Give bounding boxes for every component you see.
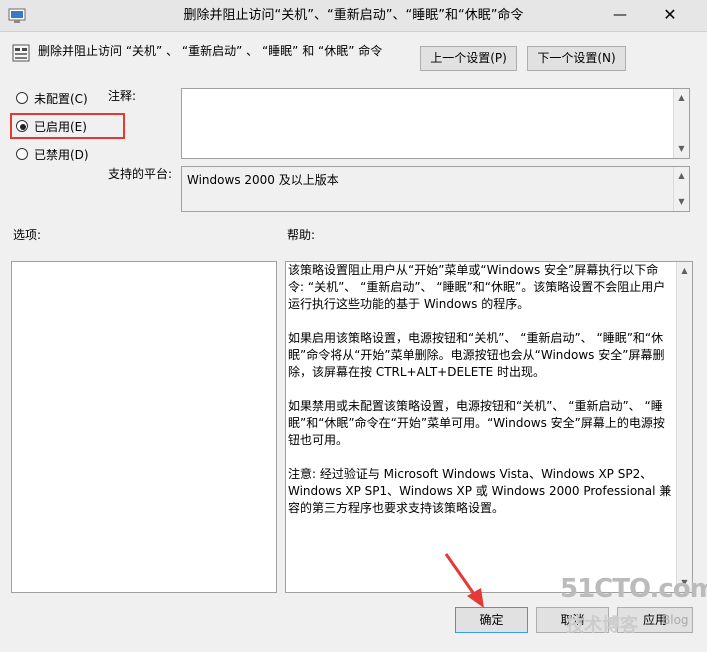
help-label: 帮助: bbox=[287, 228, 316, 242]
scroll-down-icon[interactable]: ▼ bbox=[674, 142, 689, 156]
radio-label: 已启用(E) bbox=[34, 120, 87, 134]
minimize-button[interactable]: — bbox=[603, 0, 637, 32]
scroll-down-icon[interactable]: ▼ bbox=[674, 195, 689, 209]
radio-selected-dot bbox=[20, 124, 26, 130]
next-setting-button[interactable]: 下一个设置(N) bbox=[527, 46, 626, 71]
title-bar: 删除并阻止访问“关机”、“重新启动”、“睡眠”和“休眠”命令 — ✕ bbox=[0, 0, 707, 32]
help-paragraph: 如果启用该策略设置，电源按钮和“关机”、 “重新启动”、 “睡眠”和“休眠”命令… bbox=[288, 331, 665, 379]
radio-label: 未配置(C) bbox=[34, 92, 88, 106]
ok-button[interactable]: 确定 bbox=[455, 607, 528, 633]
platform-label: 支持的平台: bbox=[108, 167, 173, 181]
comment-scrollbar[interactable]: ▲ ▼ bbox=[673, 89, 689, 158]
scroll-up-icon[interactable]: ▲ bbox=[674, 91, 689, 105]
watermark-site: 51CTO.com bbox=[560, 574, 707, 604]
radio-circle[interactable] bbox=[16, 120, 28, 132]
policy-setting-icon bbox=[12, 44, 30, 62]
radio-circle[interactable] bbox=[16, 92, 28, 104]
window-title: 删除并阻止访问“关机”、“重新启动”、“睡眠”和“休眠”命令 bbox=[183, 8, 524, 23]
options-panel bbox=[11, 261, 277, 593]
help-paragraph: 如果禁用或未配置该策略设置，电源按钮和“关机”、 “重新启动”、 “睡眠”和“休… bbox=[288, 399, 665, 447]
comment-label: 注释: bbox=[108, 89, 137, 103]
radio-label: 已禁用(D) bbox=[34, 148, 89, 162]
watermark-suffix: Blog bbox=[662, 613, 689, 627]
watermark-tagline: 技术博客 bbox=[566, 615, 638, 636]
close-button[interactable]: ✕ bbox=[637, 0, 703, 32]
comment-textarea[interactable]: ▲ ▼ bbox=[181, 88, 690, 159]
platform-field: Windows 2000 及以上版本 ▲ ▼ bbox=[181, 166, 690, 212]
options-label: 选项: bbox=[13, 228, 42, 242]
scroll-up-icon[interactable]: ▲ bbox=[677, 264, 692, 278]
previous-setting-button[interactable]: 上一个设置(P) bbox=[420, 46, 517, 71]
help-scrollbar[interactable]: ▲ ▼ bbox=[676, 262, 692, 592]
red-arrow-icon bbox=[440, 550, 490, 610]
help-paragraph: 注意: 经过验证与 Microsoft Windows Vista、Window… bbox=[288, 467, 672, 515]
platform-value: Windows 2000 及以上版本 bbox=[187, 173, 339, 187]
scroll-up-icon[interactable]: ▲ bbox=[674, 169, 689, 183]
platform-scrollbar[interactable]: ▲ ▼ bbox=[673, 167, 689, 211]
radio-circle[interactable] bbox=[16, 148, 28, 160]
policy-name: 删除并阻止访问 “关机” 、 “重新启动” 、 “睡眠” 和 “休眠” 命令 bbox=[38, 44, 383, 58]
help-paragraph: 该策略设置阻止用户从“开始”菜单或“Windows 安全”屏幕执行以下命令: “… bbox=[288, 263, 666, 311]
help-text: 该策略设置阻止用户从“开始”菜单或“Windows 安全”屏幕执行以下命令: “… bbox=[288, 262, 673, 534]
